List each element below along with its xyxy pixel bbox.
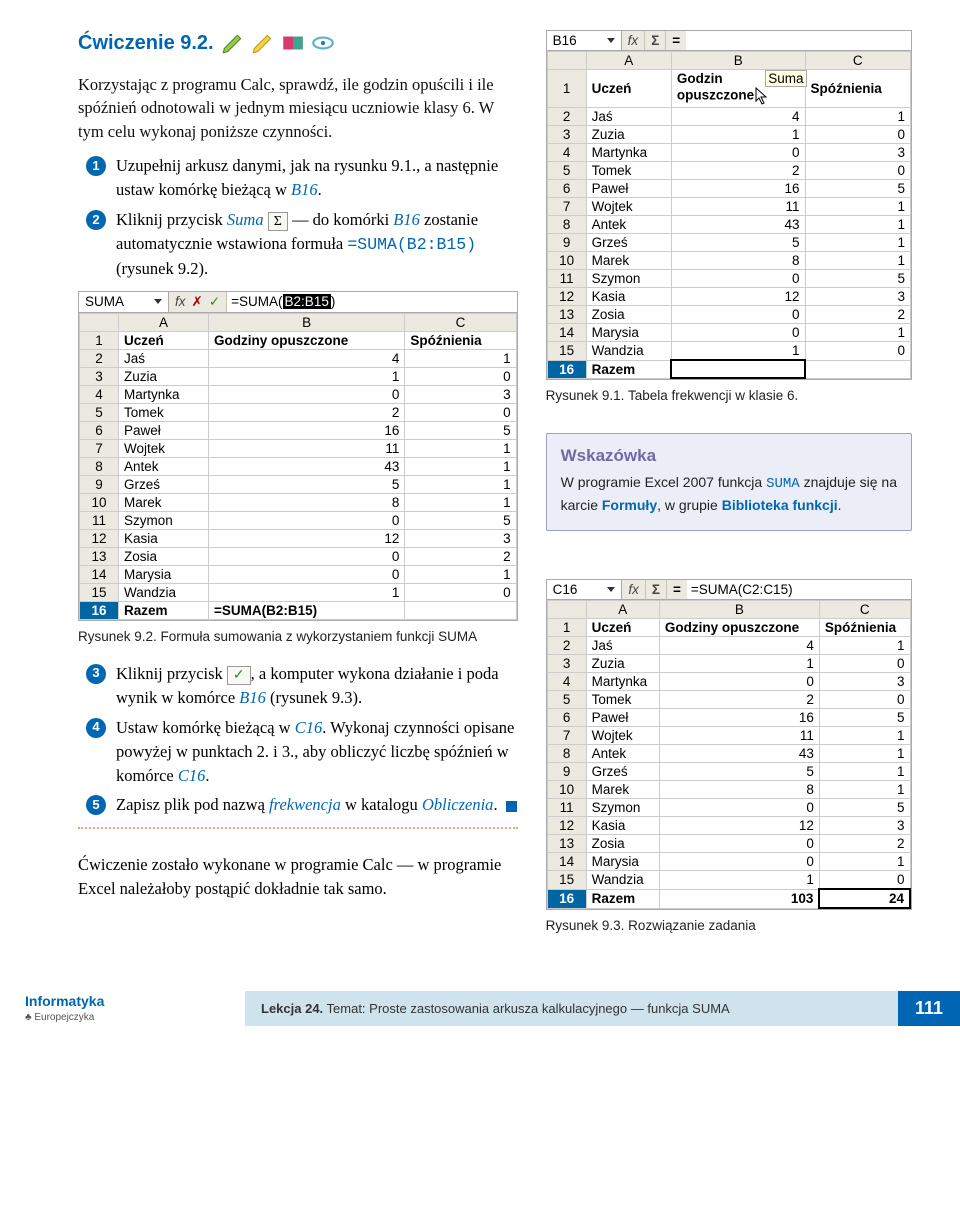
hint-body: W programie Excel 2007 funkcja SUMA znaj…: [561, 472, 897, 516]
figure-9-3-spreadsheet: C16 fx Σ = =SUMA(C2:C15) ABC 1UczeńGodzi…: [546, 579, 912, 910]
end-square-icon: [506, 801, 517, 812]
page-number: 111: [898, 991, 960, 1026]
formula-bar: =SUMA(B2:B15): [227, 292, 516, 312]
caption-9-2: Rysunek 9.2. Formuła sumowania z wykorzy…: [78, 629, 518, 644]
footer-lesson: Lekcja 24. Temat: Proste zastosowania ar…: [245, 991, 898, 1026]
pencil-yellow-icon: [250, 30, 276, 56]
step-bullet-3: 3: [86, 664, 106, 684]
sigma-icon: Σ: [646, 580, 667, 599]
closing-note: Ćwiczenie zostało wykonane w programie C…: [78, 853, 518, 901]
step-2: 2 Kliknij przycisk Suma Σ — do komórki B…: [78, 208, 518, 281]
step-bullet-1: 1: [86, 156, 106, 176]
sigma-icon: Σ: [645, 31, 666, 50]
accept-icon: ✓: [209, 294, 220, 310]
cancel-icon: ✗: [192, 294, 203, 310]
equals-icon: =: [666, 31, 686, 50]
exercise-decor-icons: [220, 30, 336, 56]
step-bullet-2: 2: [86, 210, 106, 230]
footer-brand: Informatyka ♣ Europejczyka: [0, 991, 245, 1026]
step-bullet-4: 4: [86, 718, 106, 738]
name-box: B16: [547, 31, 622, 50]
fx-icon: fx: [622, 31, 646, 50]
dropdown-icon: [607, 587, 615, 592]
step-1: 1 Uzupełnij arkusz danymi, jak na rysunk…: [78, 154, 518, 202]
formula-bar: =SUMA(C2:C15): [687, 580, 911, 599]
step-5: 5 Zapisz plik pod nazwą frekwencja w kat…: [78, 793, 518, 817]
accept-button-icon: ✓: [227, 666, 251, 685]
cursor-icon: [754, 86, 770, 106]
dotted-separator: [78, 827, 518, 829]
eye-icon: [310, 30, 336, 56]
fx-icon: fx: [622, 580, 646, 599]
step-bullet-5: 5: [86, 795, 106, 815]
caption-9-3: Rysunek 9.3. Rozwiązanie zadania: [546, 918, 912, 933]
page-footer: Informatyka ♣ Europejczyka Lekcja 24. Te…: [0, 991, 960, 1026]
caption-9-1: Rysunek 9.1. Tabela frekwencji w klasie …: [546, 388, 912, 403]
intro-paragraph: Korzystając z programu Calc, sprawdź, il…: [78, 73, 518, 145]
step-4: 4 Ustaw komórkę bieżącą w C16. Wykonaj c…: [78, 716, 518, 788]
fx-icon: fx ✗ ✓: [169, 292, 227, 312]
pencil-green-icon: [220, 30, 246, 56]
hint-box: Wskazówka W programie Excel 2007 funkcja…: [546, 433, 912, 531]
book-icon: [280, 30, 306, 56]
step-3: 3 Kliknij przycisk ✓, a komputer wykona …: [78, 662, 518, 710]
sigma-button-icon: Σ: [268, 212, 288, 231]
tooltip-suma: Suma: [765, 70, 806, 87]
dropdown-icon: [154, 299, 162, 304]
exercise-title: Ćwiczenie 9.2.: [78, 30, 518, 56]
dropdown-icon: [607, 38, 615, 43]
name-box: SUMA: [79, 292, 169, 312]
figure-9-1-spreadsheet: B16 fx Σ = ABC 1Uczeń GodzinSumaopuszczo…: [546, 30, 912, 380]
name-box: C16: [547, 580, 623, 599]
hint-title: Wskazówka: [561, 446, 897, 466]
figure-9-2-spreadsheet: SUMA fx ✗ ✓ =SUMA(B2:B15) ABC 1UczeńGodz…: [78, 291, 518, 621]
equals-icon: =: [667, 580, 687, 599]
